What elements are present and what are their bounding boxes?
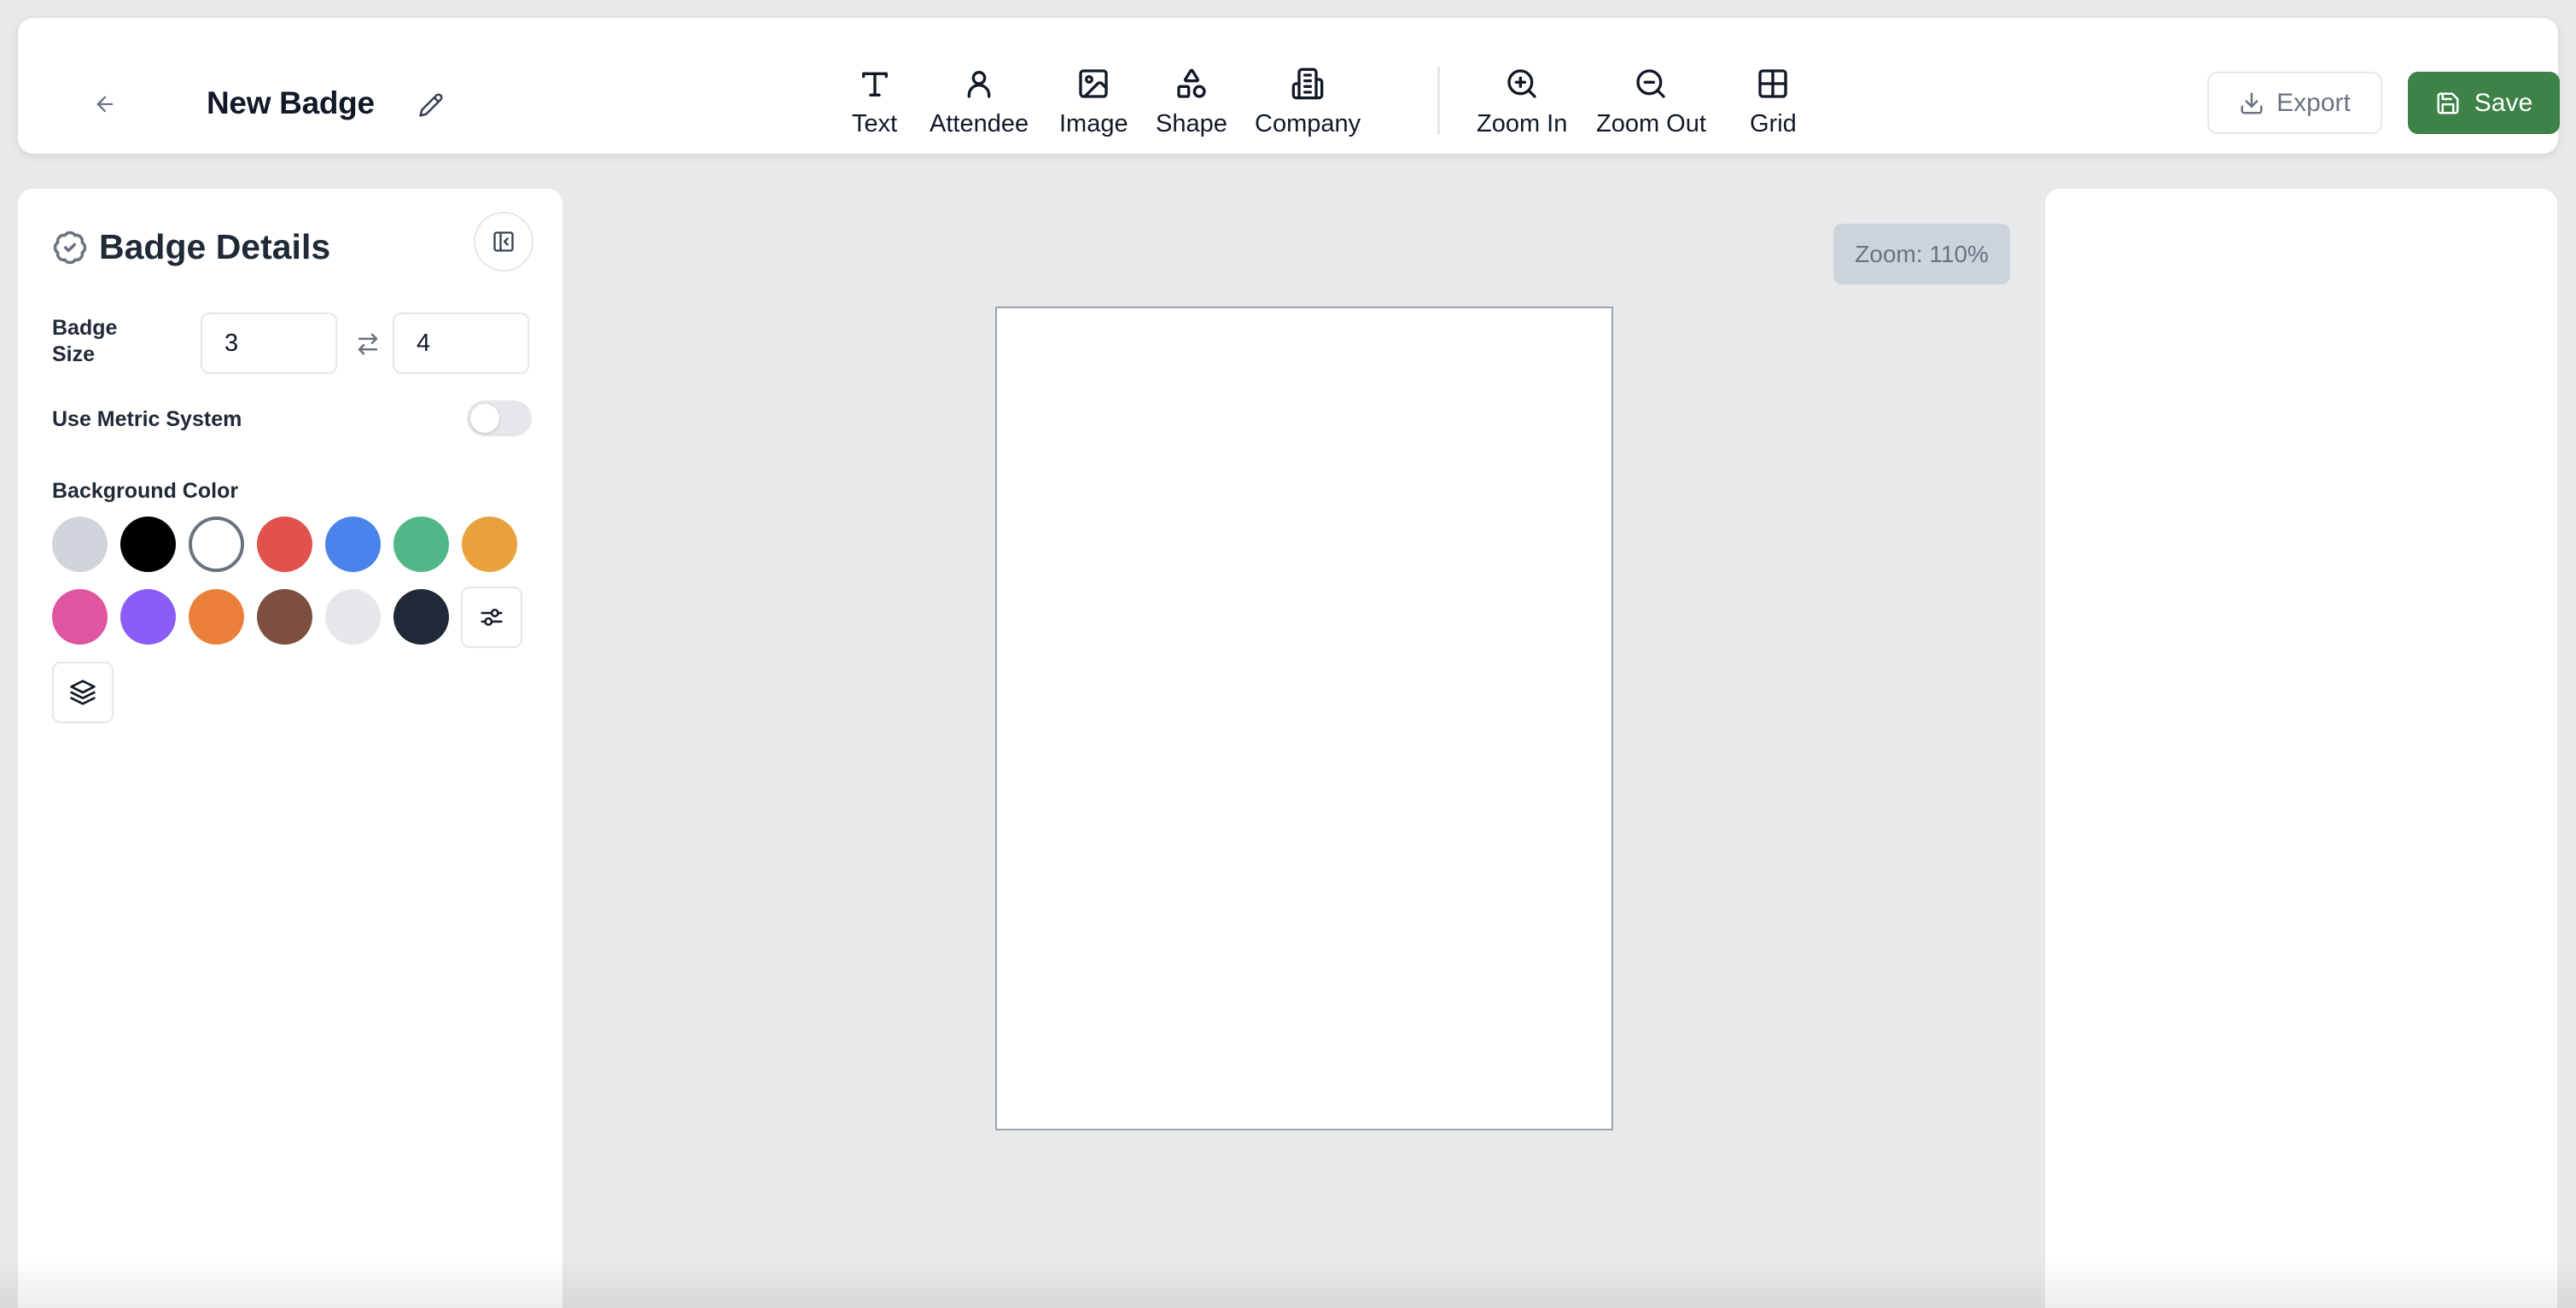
color-swatch-blue[interactable] <box>325 517 381 572</box>
shape-tool-button[interactable]: Shape <box>1156 65 1227 143</box>
zoom-out-label: Zoom Out <box>1596 110 1706 137</box>
properties-panel <box>2045 189 2557 1308</box>
top-toolbar: New Badge Text Attendee Image Shape Comp… <box>18 18 2560 154</box>
zoom-out-icon <box>1632 65 1670 102</box>
background-color-label: Background Color <box>52 479 239 503</box>
sliders-icon <box>481 609 503 626</box>
grid-icon <box>1754 65 1792 102</box>
color-swatch-red[interactable] <box>257 517 312 572</box>
badge-height-input[interactable] <box>393 312 529 374</box>
zoom-indicator: Zoom: 110% <box>1833 224 2010 284</box>
color-swatch-pale-gray[interactable] <box>325 589 381 645</box>
toolbar-divider <box>1437 67 1440 135</box>
image-tool-label: Image <box>1059 110 1128 137</box>
color-swatch-light-gray[interactable] <box>52 517 108 572</box>
collapse-panel-button[interactable] <box>474 212 533 272</box>
image-icon <box>1075 65 1112 102</box>
save-icon <box>2437 92 2459 114</box>
page-title: New Badge <box>207 85 375 120</box>
zoom-out-button[interactable]: Zoom Out <box>1596 65 1706 143</box>
color-swatch-green[interactable] <box>393 517 449 572</box>
zoom-in-icon <box>1503 65 1541 102</box>
export-button[interactable]: Export <box>2207 72 2382 134</box>
swap-icon <box>358 333 378 355</box>
badge-width-input[interactable] <box>201 312 337 374</box>
layers-icon <box>70 680 96 705</box>
edit-title-button[interactable] <box>412 86 450 124</box>
user-icon <box>960 65 998 102</box>
shapes-icon <box>1173 65 1210 102</box>
download-icon <box>2241 92 2263 114</box>
color-swatch-white[interactable] <box>189 517 244 572</box>
arrow-left-icon <box>96 96 114 113</box>
layers-button[interactable] <box>52 662 114 723</box>
text-icon <box>856 65 894 102</box>
text-tool-button[interactable]: Text <box>852 65 897 143</box>
company-tool-button[interactable]: Company <box>1255 65 1361 143</box>
color-swatch-orange[interactable] <box>189 589 244 645</box>
attendee-tool-label: Attendee <box>930 110 1029 137</box>
custom-color-button[interactable] <box>461 587 522 648</box>
save-button[interactable]: Save <box>2408 72 2560 134</box>
metric-system-toggle[interactable] <box>467 400 532 436</box>
text-tool-label: Text <box>852 110 898 137</box>
zoom-in-button[interactable]: Zoom In <box>1477 65 1567 143</box>
back-button[interactable] <box>86 85 124 123</box>
metric-system-label: Use Metric System <box>52 407 242 431</box>
grid-label: Grid <box>1750 110 1797 137</box>
grid-toggle-button[interactable]: Grid <box>1750 65 1797 143</box>
attendee-tool-button[interactable]: Attendee <box>930 65 1029 143</box>
badge-size-label: Badge Size <box>52 316 118 366</box>
export-label: Export <box>2276 88 2351 117</box>
zoom-in-label: Zoom In <box>1477 110 1568 137</box>
image-tool-button[interactable]: Image <box>1059 65 1128 143</box>
toggle-knob <box>470 404 499 433</box>
color-swatch-pink[interactable] <box>52 589 108 645</box>
panel-title: Badge Details <box>99 227 331 266</box>
pencil-icon <box>419 93 443 117</box>
building-icon <box>1289 65 1326 102</box>
swap-dimensions-button[interactable] <box>351 329 385 359</box>
color-swatch-navy[interactable] <box>393 589 449 645</box>
badge-canvas[interactable] <box>995 307 1613 1130</box>
badge-details-panel: Badge Details Badge Size Use Metric Syst… <box>18 189 562 1308</box>
color-swatch-purple[interactable] <box>120 589 176 645</box>
color-swatch-brown[interactable] <box>257 589 312 645</box>
save-label: Save <box>2474 88 2533 117</box>
panel-collapse-icon <box>493 231 514 252</box>
company-tool-label: Company <box>1255 110 1361 137</box>
color-swatch-black[interactable] <box>120 517 176 572</box>
color-swatch-amber[interactable] <box>462 517 517 572</box>
badge-check-icon <box>53 231 87 265</box>
shape-tool-label: Shape <box>1156 110 1227 137</box>
